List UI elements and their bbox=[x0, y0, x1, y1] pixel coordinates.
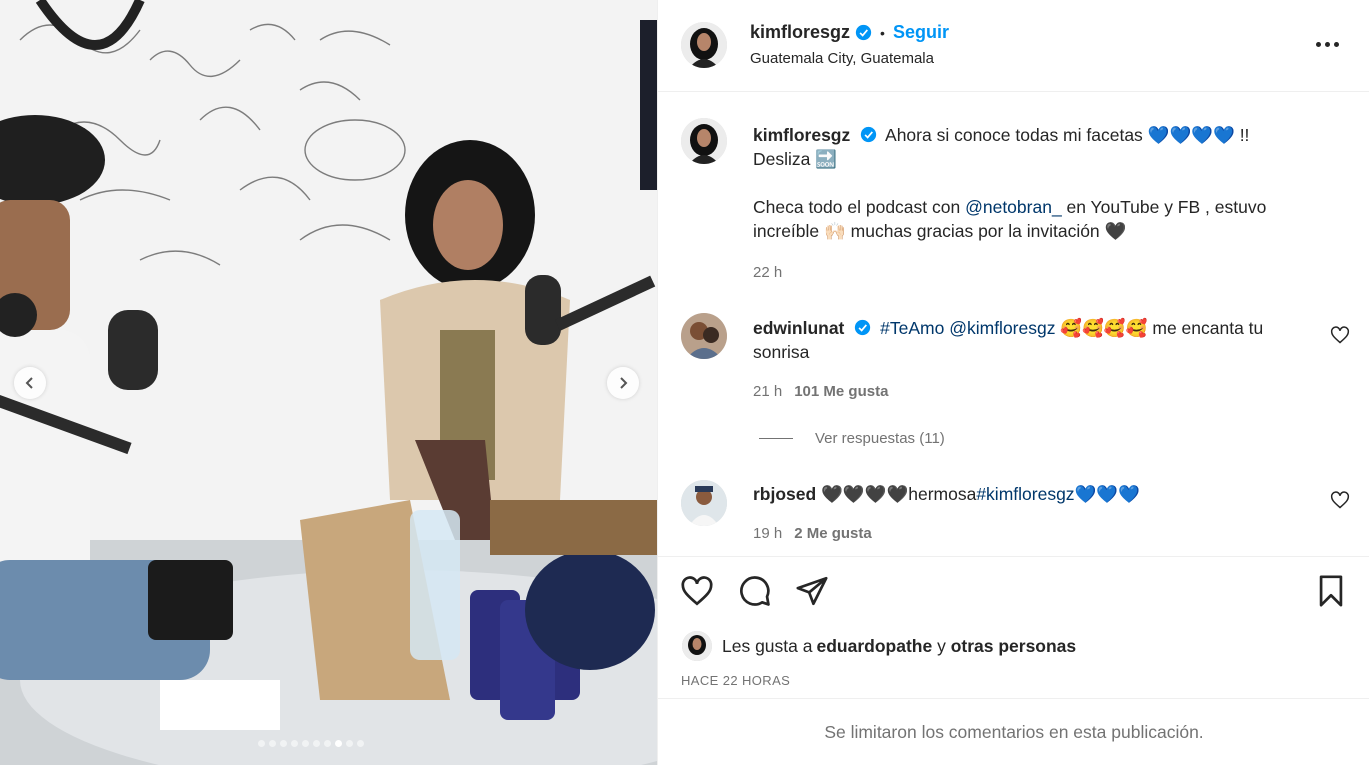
commenter-avatar[interactable] bbox=[681, 480, 727, 526]
carousel-dot[interactable] bbox=[291, 740, 298, 747]
comment-username[interactable]: edwinlunat bbox=[753, 318, 844, 338]
view-replies-button[interactable]: Ver respuestas (11) bbox=[759, 430, 945, 447]
post-header: kimfloresgz • Seguir Guatemala City, Gua… bbox=[658, 0, 1369, 92]
comment-likes[interactable]: 101 Me gusta bbox=[794, 383, 888, 400]
like-comment-heart-icon[interactable] bbox=[1330, 325, 1350, 345]
chevron-left-icon bbox=[25, 377, 33, 389]
caption-text: kimfloresgz Ahora si conoce todas mi fac… bbox=[753, 123, 1308, 243]
podcast-photo-illustration bbox=[0, 0, 657, 765]
comment-body-prefix: 🖤🖤🖤🖤hermosa bbox=[816, 484, 977, 504]
view-replies-label: Ver respuestas (11) bbox=[815, 430, 945, 447]
comment-text: rbjosed 🖤🖤🖤🖤hermosa#kimfloresgz💙💙💙 bbox=[753, 482, 1308, 506]
verified-badge-icon bbox=[855, 24, 872, 41]
share-paper-plane-icon[interactable] bbox=[795, 574, 829, 608]
separator-dot: • bbox=[880, 24, 885, 41]
caption-line-2-prefix: Checa todo el podcast con bbox=[753, 197, 966, 217]
comment-time[interactable]: 19 h bbox=[753, 525, 782, 542]
comment-meta: 19 h 2 Me gusta bbox=[753, 525, 872, 542]
comment-likes[interactable]: 2 Me gusta bbox=[794, 525, 872, 542]
caption-mention-link[interactable]: @netobran_ bbox=[965, 197, 1062, 217]
previous-photo-button[interactable] bbox=[14, 367, 46, 399]
follow-button[interactable]: Seguir bbox=[893, 22, 949, 43]
author-line: kimfloresgz • Seguir bbox=[750, 22, 949, 43]
more-dot-icon bbox=[1334, 41, 1339, 47]
post-timestamp[interactable]: HACE 22 HORAS bbox=[681, 673, 790, 688]
carousel-dot[interactable] bbox=[313, 740, 320, 747]
post-actions: Les gusta a eduardopathe y otras persona… bbox=[658, 556, 1369, 765]
likes-middle: y bbox=[932, 635, 951, 656]
likes-others-link[interactable]: otras personas bbox=[951, 636, 1076, 657]
liker-username[interactable]: eduardopathe bbox=[816, 636, 932, 657]
next-photo-button[interactable] bbox=[607, 367, 639, 399]
comment-body-suffix: 💙💙💙 bbox=[1074, 484, 1140, 504]
like-comment-heart-icon[interactable] bbox=[1330, 490, 1350, 510]
caption-username[interactable]: kimfloresgz bbox=[753, 125, 850, 145]
likes-prefix: Les gusta a bbox=[722, 635, 813, 656]
commenter-avatar[interactable] bbox=[681, 313, 727, 359]
verified-badge-icon bbox=[855, 319, 871, 336]
comments-section: kimfloresgz Ahora si conoce todas mi fac… bbox=[658, 92, 1369, 556]
likes-summary: Les gusta a eduardopathe y otras persona… bbox=[682, 631, 1076, 661]
post-photo[interactable] bbox=[0, 0, 657, 765]
post-location[interactable]: Guatemala City, Guatemala bbox=[750, 50, 934, 67]
comment-text: edwinlunat #TeAmo @kimfloresgz 🥰🥰🥰🥰 me e… bbox=[753, 316, 1308, 364]
post-details-panel: kimfloresgz • Seguir Guatemala City, Gua… bbox=[657, 0, 1369, 765]
carousel-dot[interactable] bbox=[280, 740, 287, 747]
carousel-dot[interactable] bbox=[302, 740, 309, 747]
like-heart-icon[interactable] bbox=[680, 574, 714, 608]
caption-time[interactable]: 22 h bbox=[753, 264, 782, 281]
chevron-right-icon bbox=[620, 377, 628, 389]
caption-meta: 22 h bbox=[753, 264, 782, 281]
caption-avatar[interactable] bbox=[681, 118, 727, 164]
comment-hashtag-link[interactable]: #kimfloresgz bbox=[976, 484, 1074, 504]
comment-mention-link[interactable]: @kimfloresgz bbox=[949, 318, 1055, 338]
verified-badge-icon bbox=[860, 126, 877, 143]
replies-divider bbox=[759, 438, 793, 439]
carousel-dot[interactable] bbox=[269, 740, 276, 747]
comment-time[interactable]: 21 h bbox=[753, 383, 782, 400]
comment-meta: 21 h 101 Me gusta bbox=[753, 383, 888, 400]
carousel-dot[interactable] bbox=[258, 740, 265, 747]
more-dot-icon bbox=[1325, 41, 1330, 47]
carousel-indicator bbox=[258, 740, 364, 747]
carousel-dot[interactable] bbox=[357, 740, 364, 747]
comment-hashtag-link[interactable]: #TeAmo bbox=[880, 318, 944, 338]
author-username[interactable]: kimfloresgz bbox=[750, 22, 850, 43]
carousel-dot[interactable] bbox=[324, 740, 331, 747]
carousel-dot[interactable] bbox=[335, 740, 342, 747]
comments-limited-notice: Se limitaron los comentarios en esta pub… bbox=[658, 698, 1369, 765]
author-avatar[interactable] bbox=[681, 22, 727, 68]
more-options-button[interactable] bbox=[1316, 34, 1344, 54]
comment-username[interactable]: rbjosed bbox=[753, 484, 816, 504]
carousel-dot[interactable] bbox=[346, 740, 353, 747]
liker-avatar[interactable] bbox=[682, 631, 712, 661]
save-bookmark-icon[interactable] bbox=[1314, 574, 1348, 608]
more-dot-icon bbox=[1316, 41, 1321, 47]
comment-bubble-icon[interactable] bbox=[738, 574, 772, 608]
